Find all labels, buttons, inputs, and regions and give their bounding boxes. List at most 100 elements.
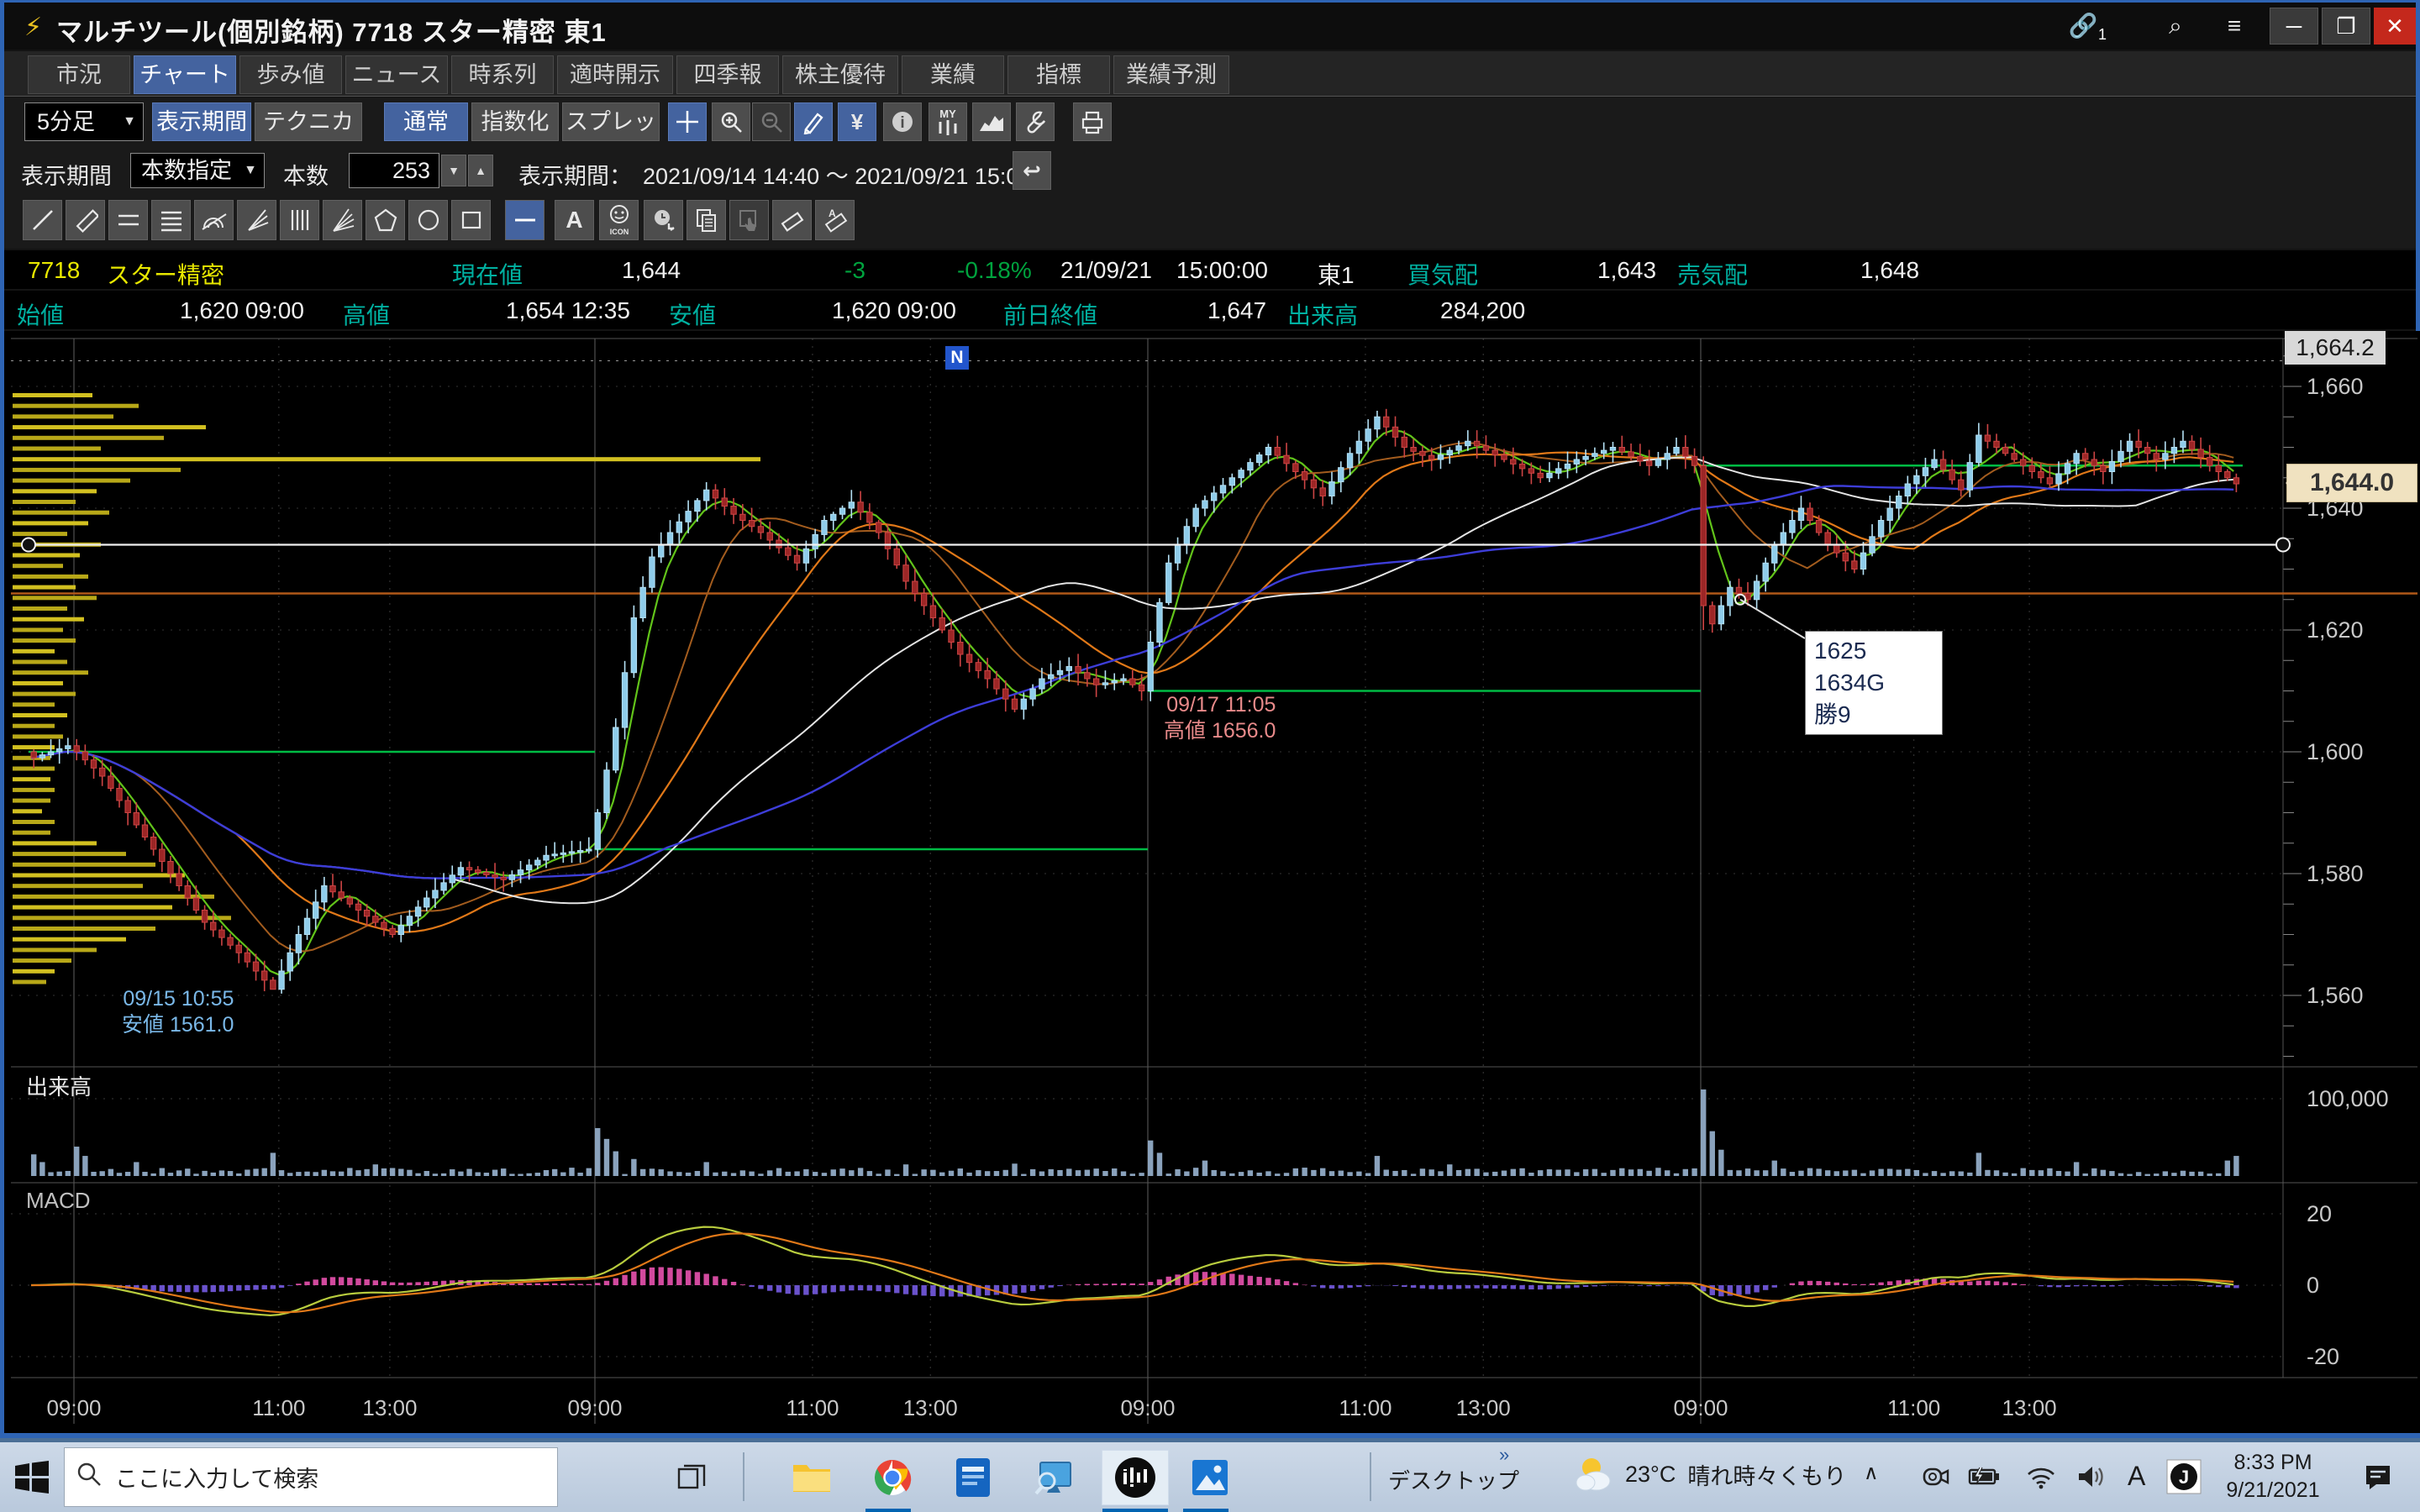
camera-tray-icon[interactable] <box>1919 1464 1949 1495</box>
tab-news[interactable]: ニュース <box>345 55 448 94</box>
svg-text:100,000: 100,000 <box>2307 1086 2389 1111</box>
screen-magnifier-app-icon[interactable] <box>1027 1451 1081 1504</box>
icon-stamp-tool-icon[interactable]: ICON <box>599 200 639 240</box>
fib-arcs-tool-icon[interactable] <box>194 200 234 240</box>
low-annotation-price: 安値 1561.0 <box>122 1012 234 1038</box>
wrench-icon[interactable] <box>1016 102 1055 141</box>
eraser-tool-icon[interactable] <box>772 200 812 240</box>
chrome-icon[interactable] <box>865 1451 919 1504</box>
timeframe-select[interactable]: 5分足 ▼ <box>24 102 144 141</box>
parallel-lines-tool-icon[interactable] <box>108 200 148 240</box>
vertical-lines-tool-icon[interactable] <box>280 200 319 240</box>
search-icon[interactable]: ⌕ <box>2157 9 2194 43</box>
svg-text:13:00: 13:00 <box>903 1395 958 1420</box>
svg-text:09:00: 09:00 <box>1120 1395 1175 1420</box>
desktop-toolbar-label[interactable]: デスクトップ <box>1388 1464 1519 1495</box>
svg-text:1,620: 1,620 <box>2307 617 2364 643</box>
taskbar-search-input[interactable]: ここに入力して検索 <box>64 1447 558 1507</box>
copy-tool-icon[interactable] <box>687 200 726 240</box>
tab-bar: 市況 チャート 歩み値 ニュース 時系列 適時開示 四季報 株主優待 業績 指標… <box>4 51 2416 97</box>
period-bar: 表示期間 本数指定 ▼ 本数 253 ▼ ▲ 表示期間： 2021/09/14 … <box>4 146 2416 193</box>
ruler-tool-icon[interactable] <box>66 200 105 240</box>
multi-hline-tool-icon[interactable] <box>151 200 191 240</box>
rectangle-tool-icon[interactable] <box>451 200 491 240</box>
pentagon-tool-icon[interactable] <box>366 200 405 240</box>
battery-tray-icon[interactable] <box>1968 1466 2002 1494</box>
spread-button[interactable]: スプレッド <box>562 102 660 141</box>
low-annotation-time: 09/15 10:55 <box>122 986 234 1012</box>
tab-forecast[interactable]: 業績予測 <box>1113 55 1229 94</box>
trading-app-icon[interactable] <box>1102 1451 1168 1504</box>
toolbar-overflow-chevron[interactable]: » <box>1499 1444 1509 1466</box>
text-tool-icon[interactable]: A <box>555 200 594 240</box>
chart-area[interactable]: 1,6601,6401,6201,6001,5801,56009:0011:00… <box>4 331 2420 1433</box>
tab-market[interactable]: 市況 <box>28 55 130 94</box>
change-value: -3 <box>844 257 865 284</box>
count-mode-select[interactable]: 本数指定 ▼ <box>130 153 265 188</box>
maximize-button[interactable]: ❐ <box>2322 8 2370 45</box>
task-view-button[interactable] <box>664 1451 718 1504</box>
tab-chart[interactable]: チャート <box>134 55 236 94</box>
app-window: ⚡ マルチツール(個別銘柄) 7718 スター精密 東1 🔗 1 ⌕ ≡ ─ ❐… <box>0 0 2420 1438</box>
taskbar-clock[interactable]: 8:33 PM 9/21/2021 <box>2210 1449 2336 1504</box>
tab-disclosure[interactable]: 適時開示 <box>557 55 673 94</box>
ime-language-indicator[interactable]: J <box>2166 1459 2202 1500</box>
mountain-chart-icon[interactable] <box>972 102 1011 141</box>
count-down-spinner[interactable]: ▼ <box>441 155 466 186</box>
quote-date: 21/09/21 <box>1060 257 1152 284</box>
hand-tool-icon[interactable] <box>729 200 769 240</box>
file-explorer-icon[interactable] <box>785 1451 839 1504</box>
fan-lines-tool-icon[interactable] <box>237 200 276 240</box>
crosshair-icon[interactable] <box>668 102 707 141</box>
erase-text-tool-icon[interactable]: A <box>815 200 855 240</box>
hamburger-menu-icon[interactable]: ≡ <box>2216 9 2253 43</box>
tab-benefits[interactable]: 株主優待 <box>782 55 898 94</box>
horizontal-line-tool-icon[interactable] <box>505 200 544 240</box>
tab-shikiho[interactable]: 四季報 <box>676 55 779 94</box>
display-period-button[interactable]: 表示期間 <box>152 102 251 141</box>
info-icon[interactable]: i <box>883 102 922 141</box>
photos-app-icon[interactable] <box>1183 1451 1237 1504</box>
zoom-in-icon[interactable] <box>712 102 750 141</box>
clock-date: 9/21/2021 <box>2210 1477 2336 1504</box>
news-badge[interactable]: N <box>945 346 969 370</box>
minimize-button[interactable]: ─ <box>2270 8 2318 45</box>
zoom-out-icon[interactable] <box>752 102 791 141</box>
blue-doc-app-icon[interactable] <box>946 1451 1000 1504</box>
svg-text:J: J <box>2179 1467 2189 1488</box>
count-input[interactable]: 253 <box>349 153 439 188</box>
circle-tool-icon[interactable] <box>408 200 448 240</box>
tab-timeseries[interactable]: 時系列 <box>451 55 554 94</box>
undo-icon[interactable]: ↩ <box>1013 151 1051 190</box>
trendline-tool-icon[interactable] <box>23 200 62 240</box>
gann-fan-tool-icon[interactable] <box>323 200 362 240</box>
tab-earnings[interactable]: 業績 <box>902 55 1004 94</box>
tray-expand-caret[interactable]: ∧ <box>1864 1461 1879 1485</box>
indexed-button[interactable]: 指数化 <box>471 102 559 141</box>
time-marker-tool-icon[interactable] <box>644 200 683 240</box>
tab-indicators[interactable]: 指標 <box>1007 55 1110 94</box>
yen-icon[interactable]: ¥ <box>838 102 876 141</box>
pencil-icon[interactable] <box>794 102 833 141</box>
printer-icon[interactable] <box>1073 102 1112 141</box>
trading-app-active-indicator <box>1102 1509 1168 1512</box>
wifi-tray-icon[interactable] <box>2025 1464 2057 1495</box>
clock-time: 8:33 PM <box>2210 1449 2336 1477</box>
notification-center-icon[interactable] <box>2363 1462 2395 1497</box>
speaker-tray-icon[interactable] <box>2075 1464 2109 1495</box>
count-up-spinner[interactable]: ▲ <box>468 155 493 186</box>
search-placeholder: ここに入力して検索 <box>115 1461 318 1494</box>
quote-row-primary: 7718 スター精密 現在値 1,644 -3 -0.18% 21/09/21 … <box>4 250 2416 289</box>
close-button[interactable]: ✕ <box>2374 8 2416 45</box>
start-button[interactable] <box>12 1457 55 1498</box>
svg-text:MACD: MACD <box>26 1188 91 1213</box>
weather-widget[interactable]: 23°C 晴れ時々くもり <box>1573 1454 1846 1494</box>
count-label: 本数 <box>283 158 329 191</box>
normal-button[interactable]: 通常 <box>384 102 468 141</box>
technical-button[interactable]: テクニカル <box>255 102 362 141</box>
my-chart-icon[interactable]: MY <box>929 102 967 141</box>
candlestick-chart[interactable]: 1,6601,6401,6201,6001,5801,56009:0011:00… <box>4 331 2420 1433</box>
link-icon[interactable]: 🔗 <box>2065 9 2102 43</box>
tab-ticks[interactable]: 歩み値 <box>239 55 342 94</box>
ime-mode-indicator[interactable]: A <box>2128 1461 2145 1492</box>
